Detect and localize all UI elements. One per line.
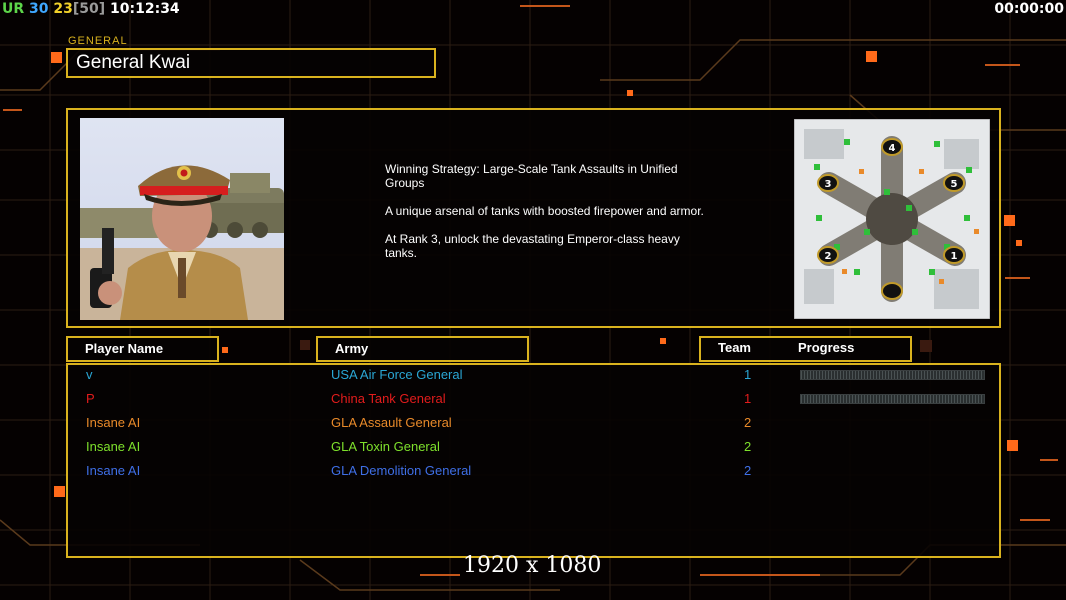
player-list: v USA Air Force General 1 P China Tank Gener… [66, 363, 1001, 558]
general-tag: GENERAL [68, 35, 128, 47]
team-number: 1 [744, 391, 752, 406]
army-name: USA Air Force General [331, 367, 463, 382]
minimap: 1 2 3 4 5 [794, 119, 990, 319]
top-hud-stats: UR 30 23[50] 10:12:34 [2, 1, 180, 17]
map-slot-1: 1 [951, 251, 958, 262]
general-description: Winning Strategy: Large-Scale Tank Assau… [385, 162, 715, 260]
general-portrait [80, 118, 284, 320]
header-player-name: Player Name [66, 336, 219, 362]
map-slot-3: 3 [825, 179, 832, 190]
header-team-progress: Team Progress [699, 336, 912, 362]
team-number: 2 [744, 439, 752, 454]
army-name: GLA Assault General [331, 415, 452, 430]
player-name: v [86, 367, 93, 382]
progress-bar [800, 394, 985, 404]
player-name: Insane AI [86, 463, 141, 478]
hud-value-2: 23 [53, 1, 73, 17]
clock: 10:12:34 [110, 1, 180, 17]
general-name-box: General Kwai [66, 48, 436, 78]
player-name: Insane AI [86, 439, 141, 454]
player-name: P [86, 391, 95, 406]
progress-bar [800, 370, 985, 380]
map-slot-5: 5 [951, 179, 958, 190]
table-row[interactable]: Insane AI GLA Demolition General 2 [68, 463, 999, 485]
rank-text: At Rank 3, unlock the devastating Empero… [385, 232, 680, 260]
map-slot-2: 2 [825, 251, 832, 262]
faction-label: UR [2, 1, 25, 17]
header-army: Army [316, 336, 529, 362]
general-name: General Kwai [76, 52, 191, 73]
hud-value-1: 30 [29, 1, 49, 17]
arsenal-text: A unique arsenal of tanks with boosted f… [385, 204, 704, 218]
hud-value-3: [50] [72, 1, 106, 17]
table-row[interactable]: P China Tank General 1 [68, 391, 999, 413]
table-row[interactable]: Insane AI GLA Toxin General 2 [68, 439, 999, 461]
army-name: GLA Toxin General [331, 439, 440, 454]
army-name: GLA Demolition General [331, 463, 472, 478]
team-number: 2 [744, 463, 752, 478]
resolution-overlay: 1920 x 1080 [463, 553, 602, 578]
header-progress: Progress [798, 340, 855, 355]
team-number: 2 [744, 415, 752, 430]
player-name: Insane AI [86, 415, 141, 430]
table-row[interactable]: Insane AI GLA Assault General 2 [68, 415, 999, 437]
header-team: Team [718, 340, 751, 355]
winning-strategy-text: Winning Strategy: Large-Scale Tank Assau… [385, 162, 678, 190]
table-row[interactable]: v USA Air Force General 1 [68, 367, 999, 389]
army-name: China Tank General [331, 391, 446, 406]
game-timer: 00:00:00 [994, 1, 1064, 17]
team-number: 1 [744, 367, 752, 382]
map-slot-4: 4 [889, 143, 896, 154]
